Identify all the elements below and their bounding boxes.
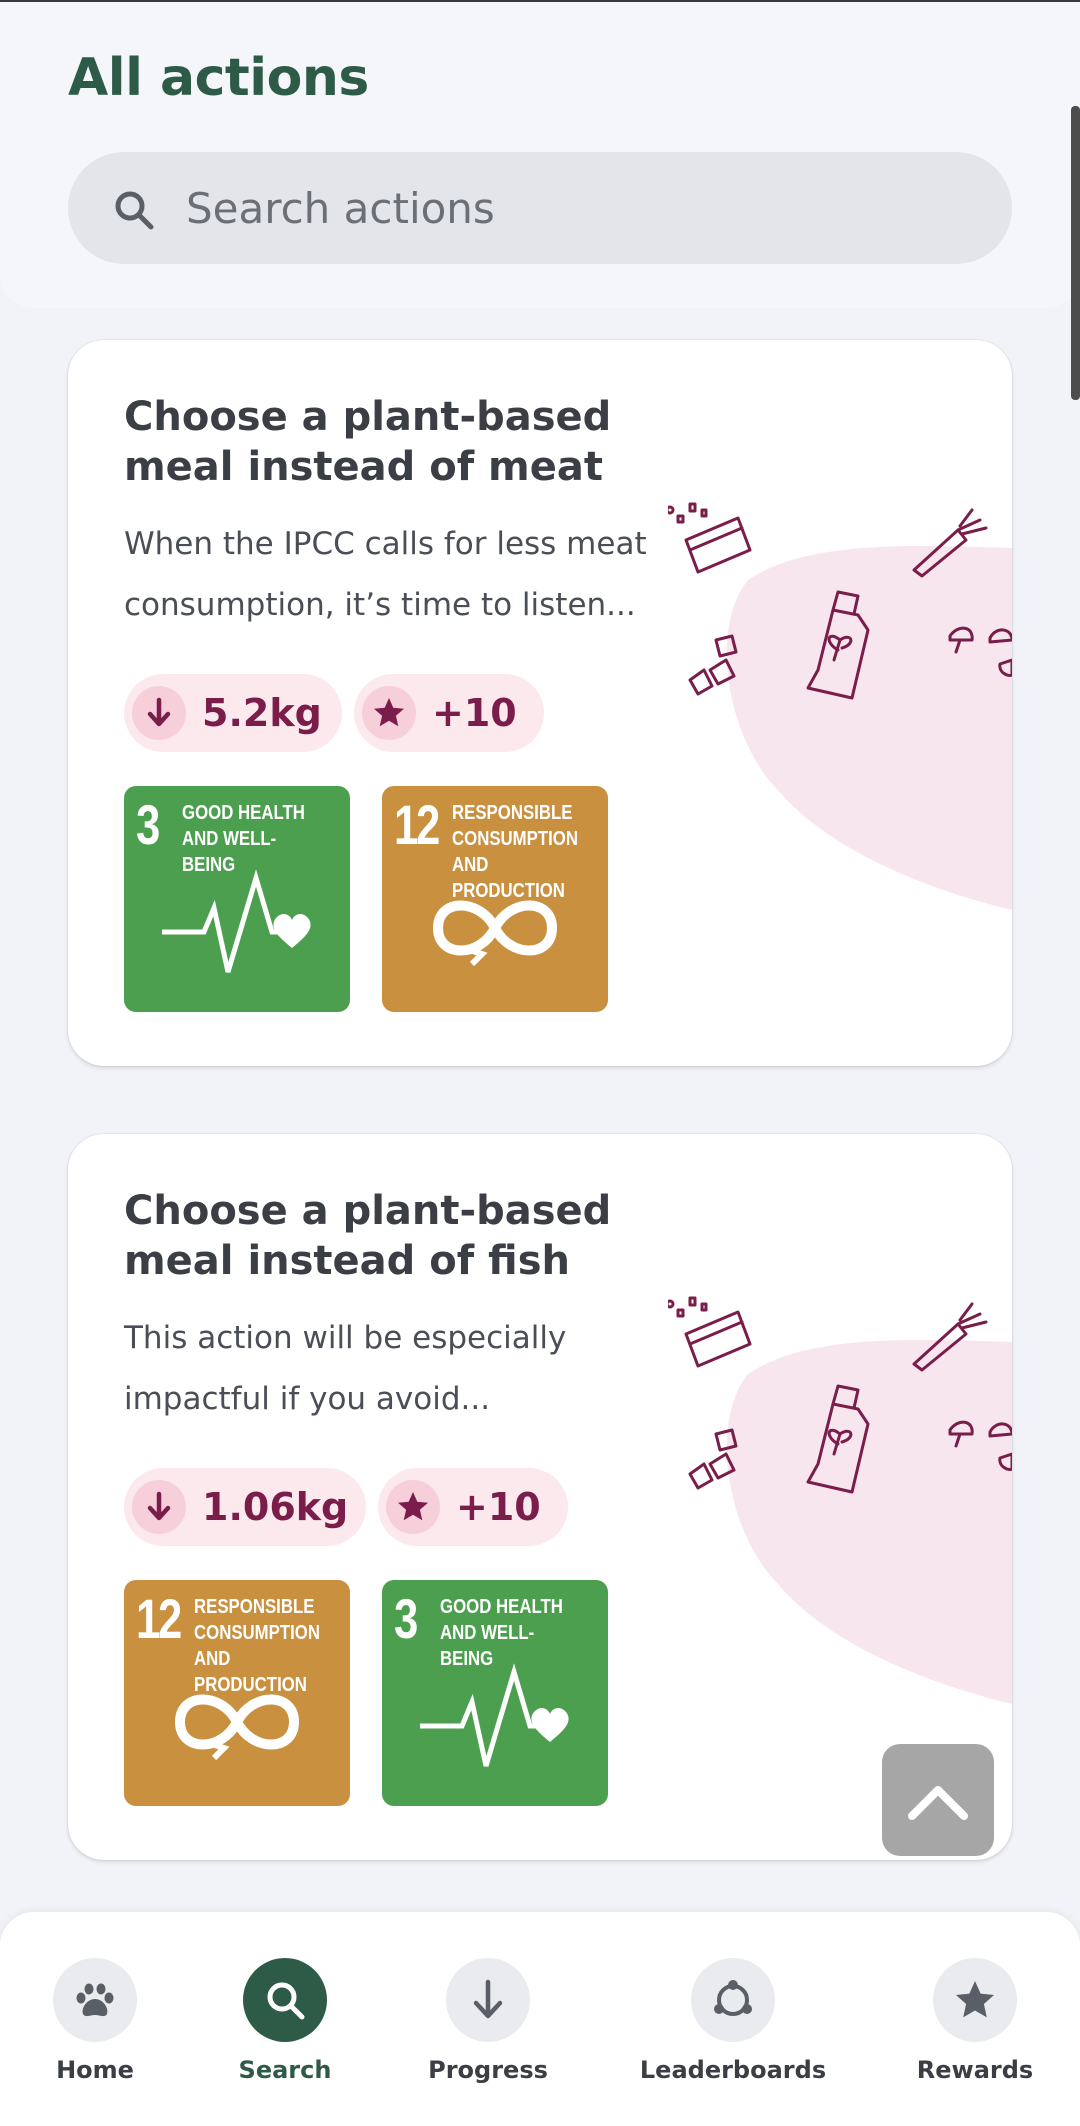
arrow-down-icon bbox=[446, 1958, 530, 2042]
nav-label: Leaderboards bbox=[639, 2056, 827, 2084]
search-input[interactable] bbox=[186, 152, 966, 264]
sdg-number: 3 bbox=[136, 793, 160, 856]
star-icon bbox=[933, 1958, 1017, 2042]
infinity-icon bbox=[432, 900, 558, 967]
nav-item-rewards[interactable]: Rewards bbox=[880, 1958, 1070, 2108]
sdg-badge-3[interactable]: 3 Good Health and Well-Being bbox=[382, 1580, 608, 1806]
co2-reduction-chip: 5.2kg bbox=[124, 674, 342, 752]
nav-label: Home bbox=[56, 2056, 134, 2084]
sdg-label: Good Health and Well-Being bbox=[182, 802, 305, 876]
group-icon bbox=[691, 1958, 775, 2042]
food-illustration bbox=[668, 502, 1012, 910]
points-value: +10 bbox=[456, 1485, 541, 1529]
sdg-number: 12 bbox=[136, 1587, 182, 1650]
search-icon bbox=[115, 191, 154, 230]
search-icon bbox=[243, 1958, 327, 2042]
nav-label: Progress bbox=[428, 2056, 548, 2084]
nav-label: Search bbox=[238, 2056, 332, 2084]
food-illustration bbox=[668, 1296, 1012, 1704]
action-description: This action will be especially impactful… bbox=[124, 1320, 567, 1417]
heartbeat-icon bbox=[420, 1663, 569, 1767]
action-title: Choose a plant-based meal instead of fis… bbox=[124, 1188, 612, 1284]
nav-item-progress[interactable]: Progress bbox=[393, 1958, 583, 2108]
arrow-down-icon bbox=[132, 1480, 186, 1534]
points-chip: +10 bbox=[354, 674, 544, 752]
chevron-up-icon bbox=[908, 1786, 968, 1820]
nav-label: Rewards bbox=[916, 2056, 1034, 2084]
co2-value: 1.06kg bbox=[202, 1485, 349, 1529]
arrow-down-icon bbox=[132, 686, 186, 740]
heartbeat-icon bbox=[162, 869, 311, 973]
star-icon bbox=[386, 1480, 440, 1534]
scroll-to-top-button[interactable] bbox=[882, 1744, 994, 1856]
sdg-badge-12[interactable]: 12 Responsible Consumption and Productio… bbox=[382, 786, 608, 1012]
sdg-badge-12[interactable]: 12 Responsible Consumption and Productio… bbox=[124, 1580, 350, 1806]
bottom-navigation: Home Search Progress Leaderboards Reward… bbox=[0, 1912, 1080, 2126]
sdg-label: Good Health and Well-Being bbox=[440, 1596, 563, 1670]
sdg-number: 12 bbox=[394, 793, 440, 856]
search-bar[interactable] bbox=[68, 152, 1012, 264]
sdg-badge-3[interactable]: 3 Good Health and Well-Being bbox=[124, 786, 350, 1012]
action-card[interactable]: Choose a plant-based meal instead of fis… bbox=[68, 1134, 1012, 1860]
points-value: +10 bbox=[432, 691, 517, 735]
page-header: All actions bbox=[0, 2, 1080, 308]
nav-item-home[interactable]: Home bbox=[0, 1958, 190, 2108]
action-description: When the IPCC calls for less meat consum… bbox=[124, 526, 647, 623]
page-title: All actions bbox=[68, 48, 369, 108]
co2-reduction-chip: 1.06kg bbox=[124, 1468, 366, 1546]
nav-item-search[interactable]: Search bbox=[190, 1958, 380, 2108]
star-icon bbox=[362, 686, 416, 740]
paw-icon bbox=[53, 1958, 137, 2042]
action-title: Choose a plant-based meal instead of mea… bbox=[124, 394, 612, 490]
scrollbar[interactable] bbox=[1071, 106, 1080, 400]
co2-value: 5.2kg bbox=[202, 691, 322, 735]
points-chip: +10 bbox=[378, 1468, 568, 1546]
action-card[interactable]: Choose a plant-based meal instead of mea… bbox=[68, 340, 1012, 1066]
nav-item-leaderboards[interactable]: Leaderboards bbox=[638, 1958, 828, 2108]
infinity-icon bbox=[174, 1694, 300, 1761]
sdg-number: 3 bbox=[394, 1587, 418, 1650]
